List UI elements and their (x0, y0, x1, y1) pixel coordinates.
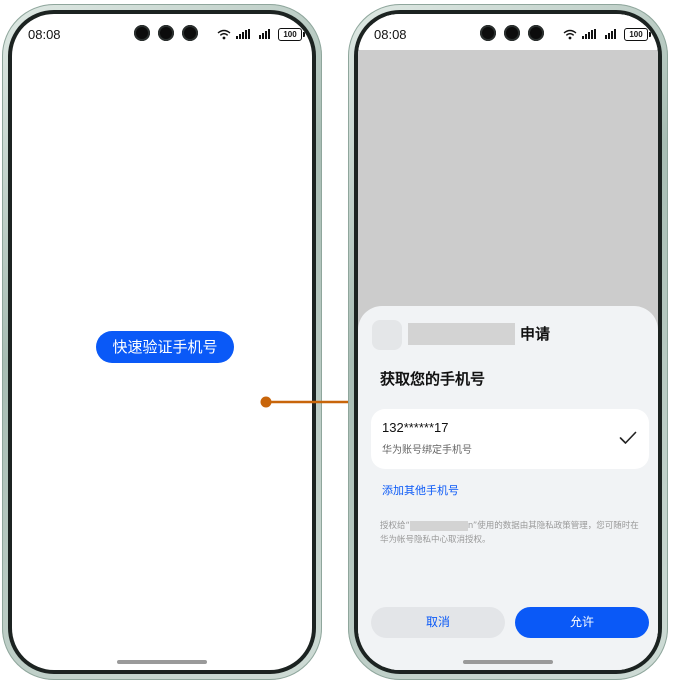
left-phone-bezel: 08:08 100 快速验证手机号 (8, 10, 316, 674)
verify-phone-button[interactable]: 快速验证手机号 (96, 331, 234, 363)
request-label: 申请 (520, 325, 551, 343)
cancel-button[interactable]: 取消 (371, 607, 505, 638)
camera-icon (528, 25, 544, 41)
phone-number: 132******17 (382, 420, 449, 435)
camera-icon (504, 25, 520, 41)
battery-icon: 100 (624, 27, 651, 41)
app-name-redacted (408, 323, 515, 345)
allow-button[interactable]: 允许 (515, 607, 649, 638)
permission-sheet: 申请 获取您的手机号 132******17 华为账号绑定手机号 添加其他手机号… (358, 306, 658, 670)
status-icons: 100 (563, 27, 651, 41)
camera-icon (182, 25, 198, 41)
auth-text-prefix: 授权给“ (380, 521, 410, 531)
phone-option-card[interactable]: 132******17 华为账号绑定手机号 (371, 409, 649, 469)
left-phone-screen: 08:08 100 快速验证手机号 (12, 14, 312, 670)
checkmark-icon (619, 431, 637, 444)
phone-description: 华为账号绑定手机号 (382, 445, 472, 456)
status-bar: 08:08 100 (12, 14, 312, 50)
camera-icon (480, 25, 496, 41)
status-time: 08:08 (28, 27, 61, 42)
status-icons: 100 (217, 27, 305, 41)
status-time: 08:08 (374, 27, 407, 42)
wifi-icon (563, 29, 577, 40)
right-phone-screen: 08:08 100 申请 获取您的手机号 132******17 华为账号绑定手… (358, 14, 658, 670)
right-phone-bezel: 08:08 100 申请 获取您的手机号 132******17 华为账号绑定手… (354, 10, 662, 674)
status-bar: 08:08 100 (358, 14, 658, 50)
battery-icon: 100 (278, 27, 305, 41)
left-phone-frame: 08:08 100 快速验证手机号 (2, 4, 322, 680)
app-name-redacted-inline (409, 520, 468, 531)
app-icon (372, 320, 402, 350)
add-other-phone-link[interactable]: 添加其他手机号 (382, 482, 459, 498)
authorization-notice: 授权给“ n”使用的数据由其隐私政策管理，您可随时在华为帐号隐私中心取消授权。 (380, 519, 642, 547)
home-indicator[interactable] (117, 660, 207, 664)
wifi-icon (217, 29, 231, 40)
sheet-title: 获取您的手机号 (380, 370, 486, 388)
signal-icon (236, 29, 254, 39)
camera-icon (134, 25, 150, 41)
right-phone-frame: 08:08 100 申请 获取您的手机号 132******17 华为账号绑定手… (348, 4, 668, 680)
camera-icon (158, 25, 174, 41)
signal-icon (582, 29, 600, 39)
signal-icon (605, 29, 619, 39)
signal-icon (259, 29, 273, 39)
home-indicator[interactable] (463, 660, 553, 664)
